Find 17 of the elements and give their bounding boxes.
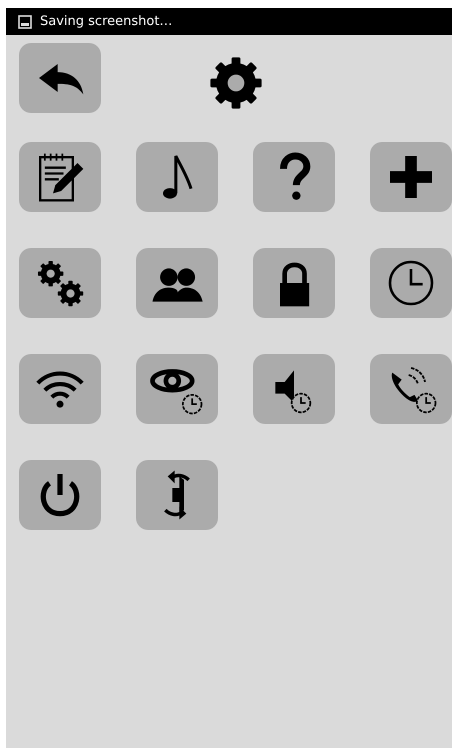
tile-button[interactable] xyxy=(19,460,101,530)
tile-button[interactable] xyxy=(370,354,452,424)
tile-button[interactable] xyxy=(19,354,101,424)
tile-button[interactable] xyxy=(370,248,452,318)
tile-button[interactable] xyxy=(253,248,335,318)
tile-button[interactable] xyxy=(19,142,101,212)
tile-button[interactable] xyxy=(19,248,101,318)
tile-button[interactable] xyxy=(136,142,218,212)
tile-button[interactable] xyxy=(136,248,218,318)
status-text: Saving screenshot… xyxy=(40,12,172,31)
tile-button[interactable] xyxy=(136,354,218,424)
tile-button[interactable] xyxy=(370,142,452,212)
tile-button[interactable] xyxy=(253,142,335,212)
back-button[interactable] xyxy=(19,43,101,113)
image-icon xyxy=(18,14,32,28)
tile-button[interactable] xyxy=(253,354,335,424)
tile-button[interactable] xyxy=(136,460,218,530)
